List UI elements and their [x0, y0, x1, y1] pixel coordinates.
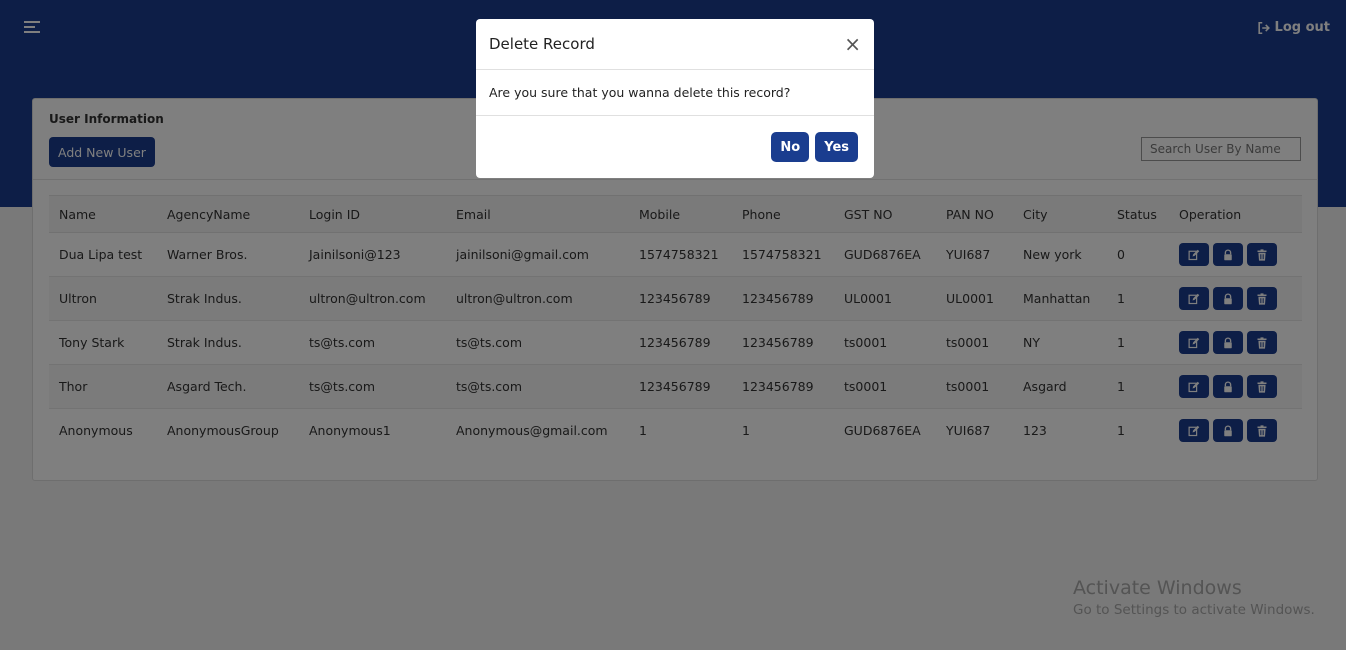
modal-header: Delete Record × [476, 19, 874, 70]
yes-button[interactable]: Yes [815, 132, 858, 162]
modal-footer: No Yes [476, 116, 874, 178]
no-button[interactable]: No [771, 132, 810, 162]
close-icon[interactable]: × [844, 34, 861, 54]
delete-record-modal: Delete Record × Are you sure that you wa… [476, 19, 874, 178]
modal-title: Delete Record [489, 35, 595, 53]
modal-message: Are you sure that you wanna delete this … [476, 70, 874, 116]
